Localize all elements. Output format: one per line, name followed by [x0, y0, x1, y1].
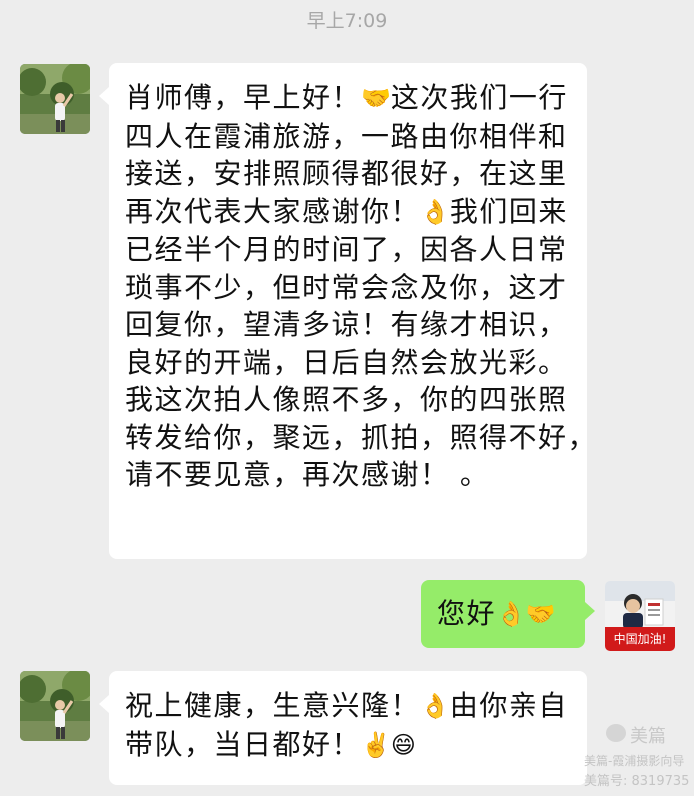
message-text: 这次我们一行	[390, 81, 568, 114]
message-line: 接送，安排照顾得都很好，在这里	[125, 155, 577, 193]
message-text: 肖师傅，早上好！	[125, 81, 362, 114]
watermark-author: 美篇-霞浦摄影向导	[584, 754, 685, 768]
message-timestamp: 早上7:09	[306, 10, 388, 32]
avatar-banner: 中国加油!	[605, 627, 675, 651]
message-line: 已经半个月的时间了，因各人日常	[125, 231, 577, 269]
message-line: 转发给你，聚远，抓拍，照得不好，	[125, 419, 596, 457]
person-photo-avatar-icon	[20, 64, 90, 134]
message-text: 请不要见意，再次感谢！ 。	[125, 458, 490, 491]
message-text: 由你亲自	[449, 689, 568, 722]
contact-avatar[interactable]	[20, 64, 90, 134]
message-text: 我们回来	[449, 194, 568, 228]
message-text: 四人在霞浦旅游，一路由你相伴和	[125, 119, 568, 153]
person-photo-avatar-icon	[20, 671, 90, 741]
message-line: 再次代表大家感谢你！👌我们回来	[125, 193, 577, 232]
message-text: 您好	[437, 597, 497, 630]
message-line: 祝上健康，生意兴隆！👌由你亲自	[125, 687, 577, 726]
message-line: 请不要见意，再次感谢！ 。	[125, 456, 577, 494]
contact-message-bubble[interactable]: 肖师傅，早上好！🤝这次我们一行 四人在霞浦旅游，一路由你相伴和 接送，安排照顾得都很…	[99, 63, 596, 559]
emoji-icon: 😄	[390, 730, 416, 759]
message-text: 琐事不少，但时常会念及你，这才	[125, 270, 568, 304]
contact-message-bubble[interactable]: 祝上健康，生意兴隆！👌由你亲自 带队，当日都好！✌️😄	[99, 671, 587, 785]
emoji-icon: 🤝	[525, 600, 556, 628]
emoji-icon: 👌	[496, 600, 526, 628]
message-text: 转发给你，聚远，抓拍，照得不好，	[125, 420, 598, 454]
message-line: 琐事不少，但时常会念及你，这才	[125, 269, 577, 307]
message-line: 回复你，望清多谅！有缘才相识，	[125, 306, 577, 344]
emoji-icon: 👌	[420, 692, 450, 720]
meipian-logo-icon	[606, 724, 626, 742]
message-text: 接送，安排照顾得都很好，在这里	[125, 157, 568, 190]
contact-avatar[interactable]	[20, 671, 90, 741]
message-text: 带队，当日都好！	[125, 727, 362, 761]
self-message-bubble[interactable]: 您好👌🤝	[421, 580, 595, 648]
emoji-icon: 🤝	[361, 84, 391, 112]
message-line: 肖师傅，早上好！🤝这次我们一行	[125, 79, 577, 118]
watermark: 美篇 美篇-霞浦摄影向导 美篇号: 8319735	[582, 722, 692, 792]
message-text: 已经半个月的时间了，因各人日常	[125, 233, 568, 266]
message-text: 回复你，望清多谅！有缘才相识，	[125, 308, 568, 341]
emoji-icon: 👌	[420, 197, 450, 226]
message-text: 再次代表大家感谢你！	[125, 194, 421, 228]
message-text: 良好的开端，日后自然会放光彩。	[125, 345, 568, 379]
self-avatar[interactable]: 中国加油!	[605, 581, 675, 651]
watermark-id: 美篇号: 8319735	[584, 774, 690, 789]
message-line: 四人在霞浦旅游，一路由你相伴和	[125, 118, 577, 156]
message-line: 良好的开端，日后自然会放光彩。	[125, 344, 577, 382]
watermark-logo-text: 美篇	[630, 726, 666, 747]
chat-background: 早上7:09 肖师傅，早上好！🤝这次我们一行 四人在霞浦旅游，一路由你相伴和 接送，…	[0, 0, 694, 796]
message-text: 祝上健康，生意兴隆！	[125, 689, 421, 722]
message-line: 带队，当日都好！✌️😄	[125, 726, 577, 765]
emoji-icon: ✌️	[361, 730, 391, 759]
message-text: 我这次拍人像照不多，你的四张照	[125, 383, 568, 416]
message-line: 我这次拍人像照不多，你的四张照	[125, 381, 577, 419]
message-line: 您好👌🤝	[437, 595, 585, 634]
